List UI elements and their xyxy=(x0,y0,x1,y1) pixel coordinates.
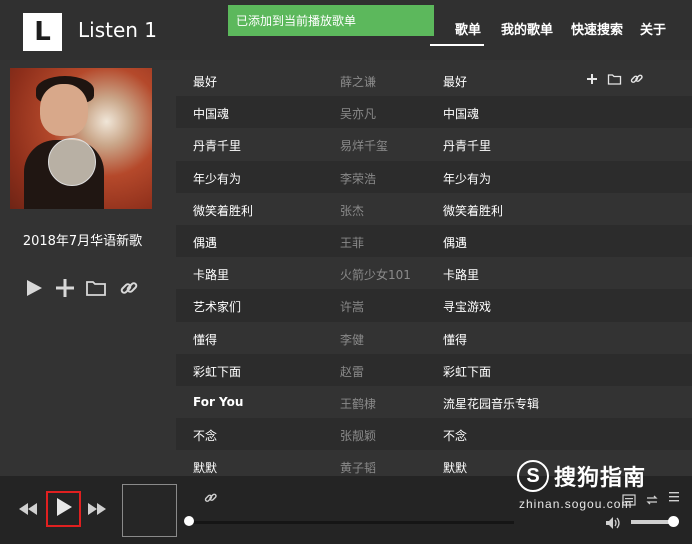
track-title[interactable]: 彩虹下面 xyxy=(193,363,241,380)
previous-icon[interactable] xyxy=(17,501,39,521)
track-album[interactable]: 流星花园音乐专辑 xyxy=(443,395,539,412)
toast-notification: 已添加到当前播放歌单 xyxy=(228,5,434,36)
sogou-logo-icon: S xyxy=(517,460,549,492)
track-artist[interactable]: 李荣浩 xyxy=(340,170,376,187)
album-cover xyxy=(10,68,152,209)
play-button[interactable] xyxy=(46,491,81,527)
track-album[interactable]: 最好 xyxy=(443,73,467,90)
track-title[interactable]: 懂得 xyxy=(193,331,217,348)
track-row[interactable]: 不念 张靓颖 不念 xyxy=(176,418,692,451)
nav-my-playlists[interactable]: 我的歌单 xyxy=(501,19,553,38)
menu-icon[interactable] xyxy=(667,489,681,508)
track-album[interactable]: 懂得 xyxy=(443,331,467,348)
track-album[interactable]: 年少有为 xyxy=(443,170,491,187)
track-list: 最好 薛之谦 最好 中国魂 吴亦凡 中国魂 丹青千里 易烊千玺 丹青千里 年少有… xyxy=(176,64,692,476)
track-artist[interactable]: 王菲 xyxy=(340,234,364,251)
track-title[interactable]: 丹青千里 xyxy=(193,137,241,154)
track-row[interactable]: 丹青千里 易烊千玺 丹青千里 xyxy=(176,128,692,160)
track-title[interactable]: 微笑着胜利 xyxy=(193,202,253,219)
next-icon[interactable] xyxy=(86,501,108,521)
play-icon[interactable] xyxy=(24,278,44,302)
track-row[interactable]: 卡路里 火箭少女101 卡路里 xyxy=(176,257,692,289)
track-title[interactable]: 不念 xyxy=(193,427,217,444)
track-album[interactable]: 彩虹下面 xyxy=(443,363,491,380)
track-album[interactable]: 丹青千里 xyxy=(443,137,491,154)
track-row[interactable]: 艺术家们 许嵩 寻宝游戏 xyxy=(176,289,692,322)
folder-icon[interactable] xyxy=(607,72,622,89)
nav-playlists[interactable]: 歌单 xyxy=(455,19,481,38)
track-artist[interactable]: 黄子韬 xyxy=(340,459,376,476)
now-playing-cover xyxy=(122,484,177,537)
track-row[interactable]: 最好 薛之谦 最好 xyxy=(176,64,692,96)
track-artist[interactable]: 张杰 xyxy=(340,202,364,219)
track-title[interactable]: For You xyxy=(193,395,243,409)
track-album[interactable]: 中国魂 xyxy=(443,105,479,122)
track-title[interactable]: 艺术家们 xyxy=(193,298,241,315)
track-title[interactable]: 卡路里 xyxy=(193,266,229,283)
track-row[interactable]: 微笑着胜利 张杰 微笑着胜利 xyxy=(176,193,692,225)
track-row[interactable]: For You 王鹤棣 流星花园音乐专辑 xyxy=(176,386,692,418)
play-icon xyxy=(55,497,73,521)
track-artist[interactable]: 易烊千玺 xyxy=(340,137,388,154)
folder-icon[interactable] xyxy=(85,278,107,302)
app-title: Listen 1 xyxy=(78,18,158,42)
watermark-brand: 搜狗指南 xyxy=(554,466,647,491)
nav-about[interactable]: 关于 xyxy=(640,19,666,38)
track-title[interactable]: 默默 xyxy=(193,459,217,476)
sogou-watermark-logo: S 搜狗指南 xyxy=(517,460,646,492)
track-row[interactable]: 偶遇 王菲 偶遇 xyxy=(176,224,692,258)
track-artist[interactable]: 薛之谦 xyxy=(340,73,376,90)
track-artist[interactable]: 吴亦凡 xyxy=(340,105,376,122)
progress-bar[interactable] xyxy=(189,521,514,524)
track-title[interactable]: 年少有为 xyxy=(193,170,241,187)
app-logo[interactable]: L xyxy=(23,13,62,51)
track-artist[interactable]: 张靓颖 xyxy=(340,427,376,444)
link-icon[interactable] xyxy=(204,490,218,509)
track-album[interactable]: 默默 xyxy=(443,459,467,476)
track-row[interactable]: 年少有为 李荣浩 年少有为 xyxy=(176,160,692,193)
volume-handle[interactable] xyxy=(668,516,679,527)
track-album[interactable]: 不念 xyxy=(443,427,467,444)
track-artist[interactable]: 赵雷 xyxy=(340,363,364,380)
playlist-title: 2018年7月华语新歌 xyxy=(22,234,143,249)
progress-handle[interactable] xyxy=(184,516,194,526)
track-title[interactable]: 最好 xyxy=(193,73,217,90)
track-artist[interactable]: 李健 xyxy=(340,331,364,348)
track-artist[interactable]: 许嵩 xyxy=(340,298,364,315)
link-icon[interactable] xyxy=(119,278,139,302)
volume-icon[interactable] xyxy=(605,515,623,534)
track-artist[interactable]: 火箭少女101 xyxy=(340,266,411,283)
nav-active-indicator xyxy=(430,44,484,46)
track-album[interactable]: 微笑着胜利 xyxy=(443,202,503,219)
track-row[interactable]: 彩虹下面 赵雷 彩虹下面 xyxy=(176,353,692,386)
track-artist[interactable]: 王鹤棣 xyxy=(340,395,376,412)
track-album[interactable]: 卡路里 xyxy=(443,266,479,283)
playlist-sidebar: 2018年7月华语新歌 xyxy=(0,60,170,476)
track-row[interactable]: 懂得 李健 懂得 xyxy=(176,322,692,354)
track-title[interactable]: 中国魂 xyxy=(193,105,229,122)
repeat-icon[interactable] xyxy=(645,491,659,510)
plus-icon[interactable] xyxy=(585,72,599,89)
link-icon[interactable] xyxy=(630,72,644,89)
track-title[interactable]: 偶遇 xyxy=(193,234,217,251)
plus-icon[interactable] xyxy=(55,278,75,302)
track-row[interactable]: 中国魂 吴亦凡 中国魂 xyxy=(176,96,692,129)
track-album[interactable]: 偶遇 xyxy=(443,234,467,251)
nav-quick-search[interactable]: 快速搜索 xyxy=(571,19,623,38)
watermark-url: zhinan.sogou.com xyxy=(519,497,633,511)
track-album[interactable]: 寻宝游戏 xyxy=(443,298,491,315)
